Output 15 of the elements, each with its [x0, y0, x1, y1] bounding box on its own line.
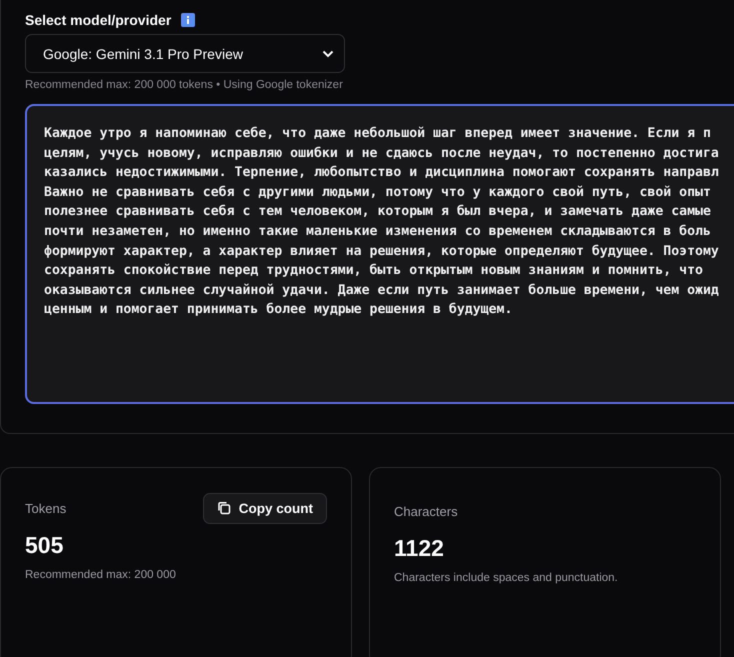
input-text: Каждое утро я напоминаю себе, что даже небольшой шаг вперед имеет значение. Если я п целям, учусь новому, исправляю ошибки и не сдаюсь после неудач, то постепенно достига казались недостижимыми. Терпение, любопытство и дисциплина помогают сохранять направл Важно не сравнивать себя с другими людьми, потому что у каждого свой путь, свой опыт полезнее сравнивать себя с тем человеком, которым я был вчера, и замечать даже самые почти незаметен, но именно такие маленькие изменения со временем складываются в боль формируют характер, а характер влияет на решения, которые определяют будущее. Поэтому сохранять спокойствие перед трудностями, быть открытым новым знаниям и помнить, что оказываются сильнее случайной удачи. Даже если путь занимает больше времени, чем ожид ценным и помогает принимать более мудрые решения в будущем.: [44, 125, 720, 320]
chevron-down-icon: [322, 50, 334, 58]
stat-note: Characters include spaces and punctuation.: [394, 572, 619, 584]
copy-icon: [216, 501, 231, 515]
model-hint: Recommended max: 200 000 tokens • Using Google tokenizer: [25, 79, 344, 91]
stat-note: Recommended max: 200 000: [25, 569, 177, 581]
text-input-area[interactable]: [25, 104, 734, 404]
stat-value: 1122: [394, 535, 445, 562]
select-label: Select model/provider: [25, 12, 172, 28]
model-dropdown[interactable]: Google: Gemini 3.1 Pro Preview: [25, 34, 345, 73]
info-icon[interactable]: [181, 13, 196, 27]
stat-value: 505: [25, 532, 64, 559]
stat-label: Tokens: [25, 500, 66, 516]
copy-count-button[interactable]: Copy count: [202, 492, 327, 524]
stat-label: Characters: [394, 504, 458, 518]
